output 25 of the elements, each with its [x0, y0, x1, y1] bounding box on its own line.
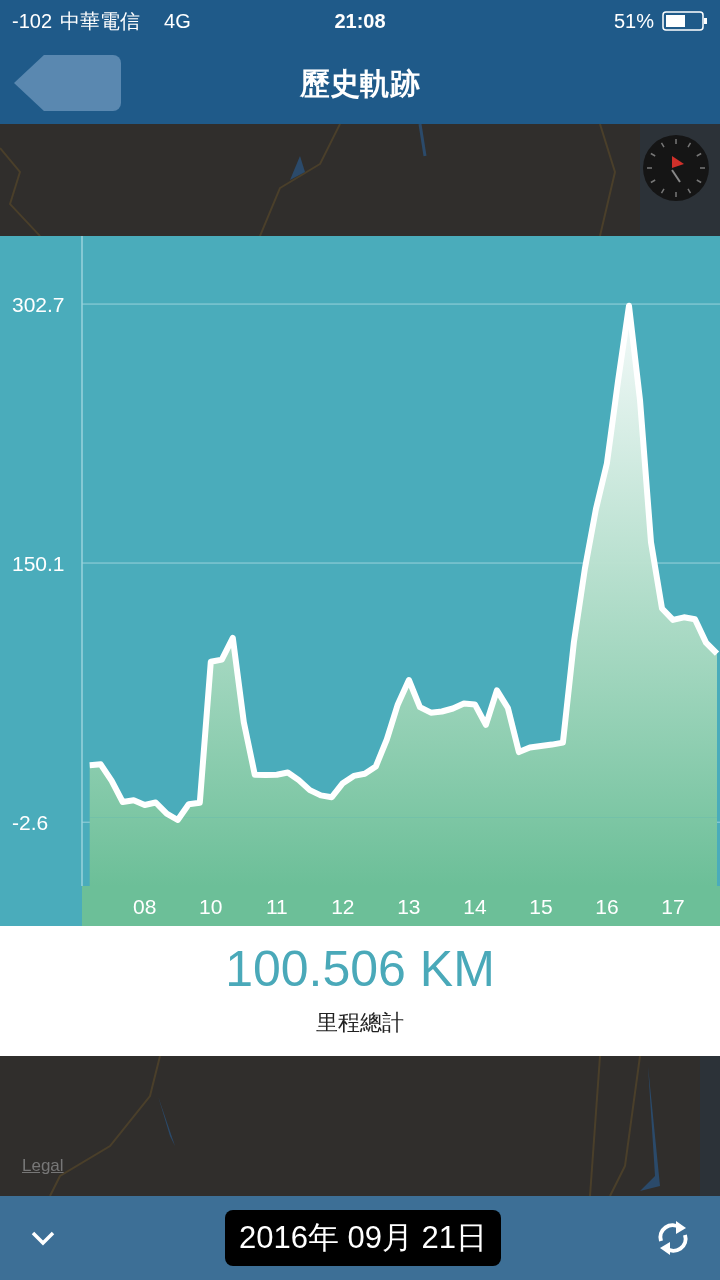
x-tick-label: 13 — [397, 895, 421, 918]
x-tick-label: 10 — [199, 895, 223, 918]
battery-icon — [662, 11, 708, 31]
y-tick-label: 150.1 — [12, 552, 65, 576]
y-tick-label: 302.7 — [12, 293, 65, 317]
page-title: 歷史軌跡 — [300, 65, 420, 102]
y-tick-label: -2.6 — [12, 811, 49, 835]
x-tick-label: 08 — [133, 895, 157, 918]
date-picker[interactable]: 2016年 09月 21日 — [224, 1210, 502, 1266]
x-tick-label: 12 — [331, 895, 355, 918]
network-type: 4G — [164, 9, 191, 34]
x-tick-label: 11 — [265, 895, 288, 918]
x-tick-label: 17 — [661, 895, 685, 918]
distance-total: 100.506 KM — [225, 943, 495, 994]
clock: 21:08 — [334, 9, 386, 34]
x-tick-label: 15 — [529, 895, 553, 918]
carrier-name: 中華電信 — [60, 9, 141, 34]
chevron-down-icon[interactable] — [30, 1230, 56, 1246]
compass-icon[interactable] — [642, 134, 710, 202]
refresh-icon[interactable] — [656, 1219, 690, 1257]
distance-caption: 里程總計 — [316, 1008, 404, 1037]
battery-percent: 51% — [613, 9, 654, 34]
signal-strength: -102 — [12, 9, 53, 34]
x-tick-label: 14 — [463, 895, 487, 918]
x-tick-label: 16 — [595, 895, 619, 918]
